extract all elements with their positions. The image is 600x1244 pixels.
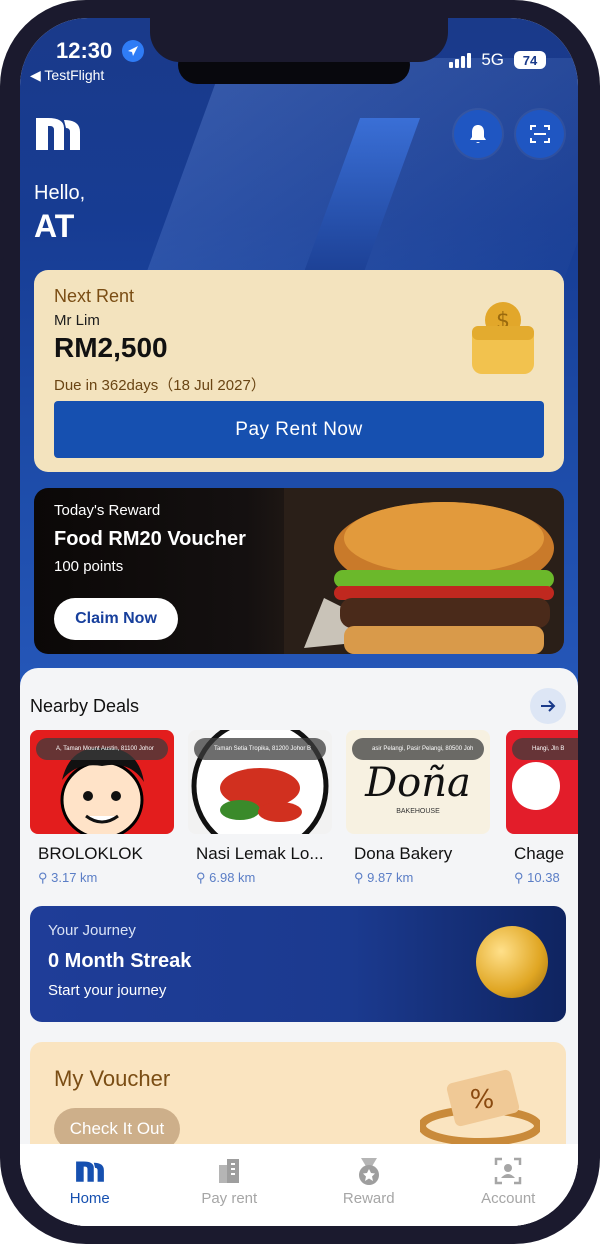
- deal-image: Hangi, Jln B: [506, 730, 578, 834]
- location-arrow-icon: [122, 40, 144, 62]
- status-indicators: 5G 74: [449, 50, 546, 70]
- tab-label: Reward: [342, 1190, 395, 1207]
- journey-subtitle: Your Journey: [48, 922, 136, 939]
- app-logo-icon: [34, 114, 82, 157]
- battery-icon: 74: [514, 51, 546, 69]
- deal-distance: ⚲ 9.87 km: [354, 870, 414, 885]
- app-screen: 12:30 ◀ TestFlight 5G 74 Hello, AT Next …: [20, 18, 578, 1226]
- deal-card[interactable]: Doña BAKEHOUSE asir Pelangi, Pasir Pelan…: [346, 730, 490, 886]
- deal-image: A, Taman Mount Austin, 81100 Johor: [30, 730, 174, 834]
- deal-card[interactable]: Taman Setia Tropika, 81200 Johor B Nasi …: [188, 730, 332, 886]
- next-rent-card: Next Rent Mr Lim RM2,500 Due in 362days（…: [34, 270, 564, 472]
- building-icon: [212, 1156, 246, 1186]
- deal-image: Doña BAKEHOUSE asir Pelangi, Pasir Pelan…: [346, 730, 490, 834]
- deal-name: Nasi Lemak Lo...: [196, 844, 324, 863]
- deal-name: Chage: [514, 844, 565, 863]
- power-button: [596, 270, 600, 370]
- landlord-name: Mr Lim: [54, 312, 100, 329]
- wallet-coin-icon: $: [472, 302, 534, 374]
- reward-title: Food RM20 Voucher: [54, 528, 246, 550]
- deal-name: BROLOKLOK: [38, 844, 143, 863]
- deal-card[interactable]: Hangi, Jln B Chage ⚲ 10.38: [506, 730, 578, 886]
- medal-icon: [352, 1156, 386, 1186]
- pay-rent-button[interactable]: Pay Rent Now: [54, 401, 544, 458]
- tab-label: Pay rent: [201, 1190, 258, 1207]
- rent-label: Next Rent: [54, 286, 135, 306]
- dona-logo-sub: BAKEHOUSE: [396, 808, 440, 815]
- back-to-testflight-link[interactable]: ◀ TestFlight: [30, 67, 104, 84]
- tab-account[interactable]: Account: [439, 1144, 579, 1226]
- volume-button: [0, 280, 4, 340]
- hero-header: 12:30 ◀ TestFlight 5G 74 Hello, AT Next …: [20, 18, 578, 698]
- scan-icon: [530, 125, 550, 143]
- see-all-deals-button[interactable]: [530, 688, 566, 724]
- journey-cta: Start your journey: [48, 982, 167, 999]
- tab-pay-rent[interactable]: Pay rent: [160, 1144, 300, 1226]
- gold-coin-icon: [476, 926, 548, 998]
- home-logo-icon: [73, 1156, 107, 1186]
- tab-home[interactable]: Home: [20, 1144, 160, 1226]
- notification-bell-button[interactable]: [454, 110, 502, 158]
- deal-address: Taman Setia Tropika, 81200 Johor B: [194, 738, 326, 760]
- dona-logo: Doña: [365, 760, 471, 806]
- deal-card[interactable]: A, Taman Mount Austin, 81100 Johor BROLO…: [30, 730, 174, 886]
- deal-distance: ⚲ 3.17 km: [38, 870, 98, 885]
- greeting: Hello,: [34, 182, 86, 204]
- today-reward-card: Today's Reward Food RM20 Voucher 100 poi…: [34, 488, 564, 654]
- signal-icon: [449, 52, 472, 68]
- content-sheet: Nearby Deals A, Taman Mount Austin, 8110…: [20, 668, 578, 1226]
- deal-name: Dona Bakery: [354, 844, 453, 863]
- account-icon: [491, 1156, 525, 1186]
- phone-notch: [150, 18, 448, 62]
- nearby-deals-title: Nearby Deals: [30, 696, 140, 716]
- rent-amount: RM2,500: [54, 332, 168, 363]
- voucher-ticket-icon: %: [420, 1069, 540, 1146]
- volume-button: [0, 200, 4, 260]
- deal-address: asir Pelangi, Pasir Pelangi, 80500 Joh: [352, 738, 484, 760]
- tab-reward[interactable]: Reward: [299, 1144, 439, 1226]
- deal-address: Hangi, Jln B: [512, 738, 578, 760]
- burger-image: [284, 488, 564, 654]
- tab-label: Home: [69, 1190, 110, 1207]
- arrow-right-icon: [541, 700, 556, 712]
- bottom-tab-bar: Home Pay rent Reward Account: [20, 1144, 578, 1226]
- voucher-title: My Voucher: [54, 1066, 171, 1091]
- tab-label: Account: [481, 1190, 536, 1207]
- journey-title: 0 Month Streak: [48, 950, 192, 972]
- status-time: 12:30: [56, 38, 113, 63]
- rent-due-date: Due in 362days（18 Jul 2027）: [54, 377, 266, 394]
- deal-address: A, Taman Mount Austin, 81100 Johor: [36, 738, 168, 760]
- reward-points: 100 points: [54, 558, 124, 575]
- deal-image: Taman Setia Tropika, 81200 Johor B: [188, 730, 332, 834]
- deal-distance: ⚲ 6.98 km: [196, 870, 256, 885]
- scan-button[interactable]: [516, 110, 564, 158]
- journey-card[interactable]: Your Journey 0 Month Streak Start your j…: [30, 906, 566, 1022]
- svg-text:%: %: [470, 1085, 495, 1115]
- claim-now-button[interactable]: Claim Now: [54, 598, 178, 640]
- deal-distance: ⚲ 10.38: [514, 870, 560, 885]
- network-label: 5G: [481, 50, 504, 69]
- user-name: AT: [34, 208, 75, 244]
- reward-subtitle: Today's Reward: [54, 502, 161, 519]
- bell-icon: [470, 125, 486, 143]
